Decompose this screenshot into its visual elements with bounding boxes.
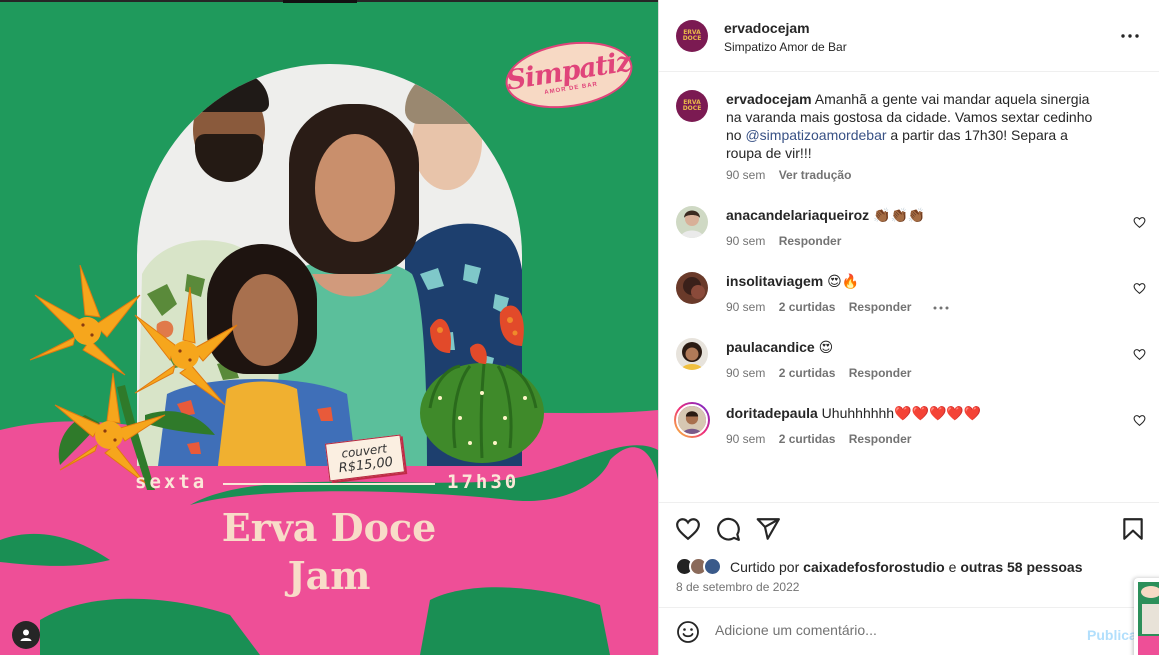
caption-mention[interactable]: @simpatizoamordebar [745,127,886,143]
top-strip-notch [283,0,357,3]
liked-by-user[interactable]: caixadefosforostudio [803,559,945,575]
comment-text: anacandelariaqueiroz 👏🏾👏🏾👏🏾 [726,206,1106,224]
next-post-thumbnail[interactable] [1134,578,1159,655]
caption-avatar[interactable]: ERVA DOCE [676,90,708,122]
person-icon[interactable] [12,621,40,649]
comment-avatar-story-ring[interactable] [674,402,710,438]
comment-input[interactable] [715,622,1075,638]
simpatizo-logo-badge: Simpatiz AMOR DE BAR [500,33,638,117]
heart-icon[interactable] [675,516,701,542]
comment-likes[interactable]: 2 curtidas [779,300,836,314]
comment-meta: 90 sem 2 curtidas Responder [726,432,921,446]
event-time: 17h30 [447,471,520,493]
band-member-right-hair [405,72,491,124]
avatar-logo-text: ERVA DOCE [682,29,702,42]
comment-content: 😍 [814,339,834,355]
event-title-line1: Erva Doce [221,505,437,550]
more-horizontal-icon[interactable] [933,306,949,310]
comment-meta: 90 sem Responder [726,234,851,248]
liked-by-prefix: Curtido por [730,559,804,575]
emoji-icon[interactable] [676,620,700,644]
liker-avatar[interactable] [703,557,722,576]
comment-content: 😍🔥 [823,273,860,289]
comment-time[interactable]: 90 sem [726,234,765,248]
header-location[interactable]: Simpatizo Amor de Bar [724,40,847,54]
caption-time[interactable]: 90 sem [726,168,765,182]
event-day: sexta [135,471,208,493]
band-member-left-hair [189,72,269,112]
reply-button[interactable]: Responder [849,432,912,446]
comment-username[interactable]: doritadepaula [726,405,818,421]
post-date[interactable]: 8 de setembro de 2022 [676,580,799,594]
comment-time[interactable]: 90 sem [726,300,765,314]
comment-likes[interactable]: 2 curtidas [779,432,836,446]
post-image[interactable]: Simpatiz AMOR DE BAR couvert R$15,00 sex… [0,0,658,655]
comment-likes[interactable]: 2 curtidas [779,366,836,380]
comment-time[interactable]: 90 sem [726,366,765,380]
caption-avatar-text: ERVA DOCE [682,99,702,112]
band-member-center-face [315,134,395,242]
reply-button[interactable]: Responder [849,300,912,314]
instagram-post-modal: Simpatiz AMOR DE BAR couvert R$15,00 sex… [0,0,1159,655]
caption-username[interactable]: ervadocejam [726,91,812,107]
add-comment-bar: Publicar [659,607,1159,655]
comment-username[interactable]: paulacandice [726,339,815,355]
post-header: ERVA DOCE ervadocejam Simpatizo Amor de … [659,0,1159,72]
bookmark-icon[interactable] [1120,516,1146,542]
comment-text: doritadepaula Uhuhhhhhh❤️❤️❤️❤️❤️ [726,404,1106,422]
day-time-rule [223,483,435,485]
comment-username[interactable]: insolitaviagem [726,273,823,289]
liked-by-text: Curtido por caixadefosforostudio e outra… [730,559,1083,575]
comments-list[interactable]: ERVA DOCE ervadocejam Amanhã a gente vai… [659,72,1159,502]
comment-content: Uhuhhhhhh❤️❤️❤️❤️❤️ [817,405,982,421]
comment-time[interactable]: 90 sem [726,432,765,446]
comment-icon[interactable] [715,516,741,542]
heart-icon[interactable] [1133,216,1146,229]
translate-link[interactable]: Ver tradução [779,168,852,182]
comment-text: insolitaviagem 😍🔥 [726,272,1106,290]
liked-by-middle: e [944,559,961,575]
caption-meta: 90 sem Ver tradução [726,168,861,182]
comment-avatar[interactable] [676,272,708,304]
heart-icon[interactable] [1133,282,1146,295]
liked-by-others[interactable]: outras 58 pessoas [960,559,1082,575]
cactus-illustration [420,305,544,463]
lily-flowers-illustration [29,265,238,490]
caption-text: ervadocejam Amanhã a gente vai mandar aq… [726,90,1106,162]
event-title-line2: Jam [287,553,371,598]
comment-meta: 90 sem 2 curtidas Responder [726,366,921,380]
comment-avatar[interactable] [676,338,708,370]
post-details-panel: ERVA DOCE ervadocejam Simpatizo Amor de … [658,0,1159,655]
comment-meta: 90 sem 2 curtidas Responder [726,300,949,314]
avatar[interactable]: ERVA DOCE [676,20,708,52]
comment-username[interactable]: anacandelariaqueiroz [726,207,869,223]
comment-content: 👏🏾👏🏾👏🏾 [869,207,926,223]
reply-button[interactable]: Responder [849,366,912,380]
send-icon[interactable] [755,516,781,542]
reply-button[interactable]: Responder [779,234,842,248]
action-bar: Curtido por caixadefosforostudio e outra… [659,502,1159,607]
heart-icon[interactable] [1133,348,1146,361]
heart-icon[interactable] [1133,414,1146,427]
more-horizontal-icon[interactable] [1118,26,1142,46]
header-username[interactable]: ervadocejam [724,20,810,36]
comment-text: paulacandice 😍 [726,338,1106,356]
comment-avatar[interactable] [676,206,708,238]
